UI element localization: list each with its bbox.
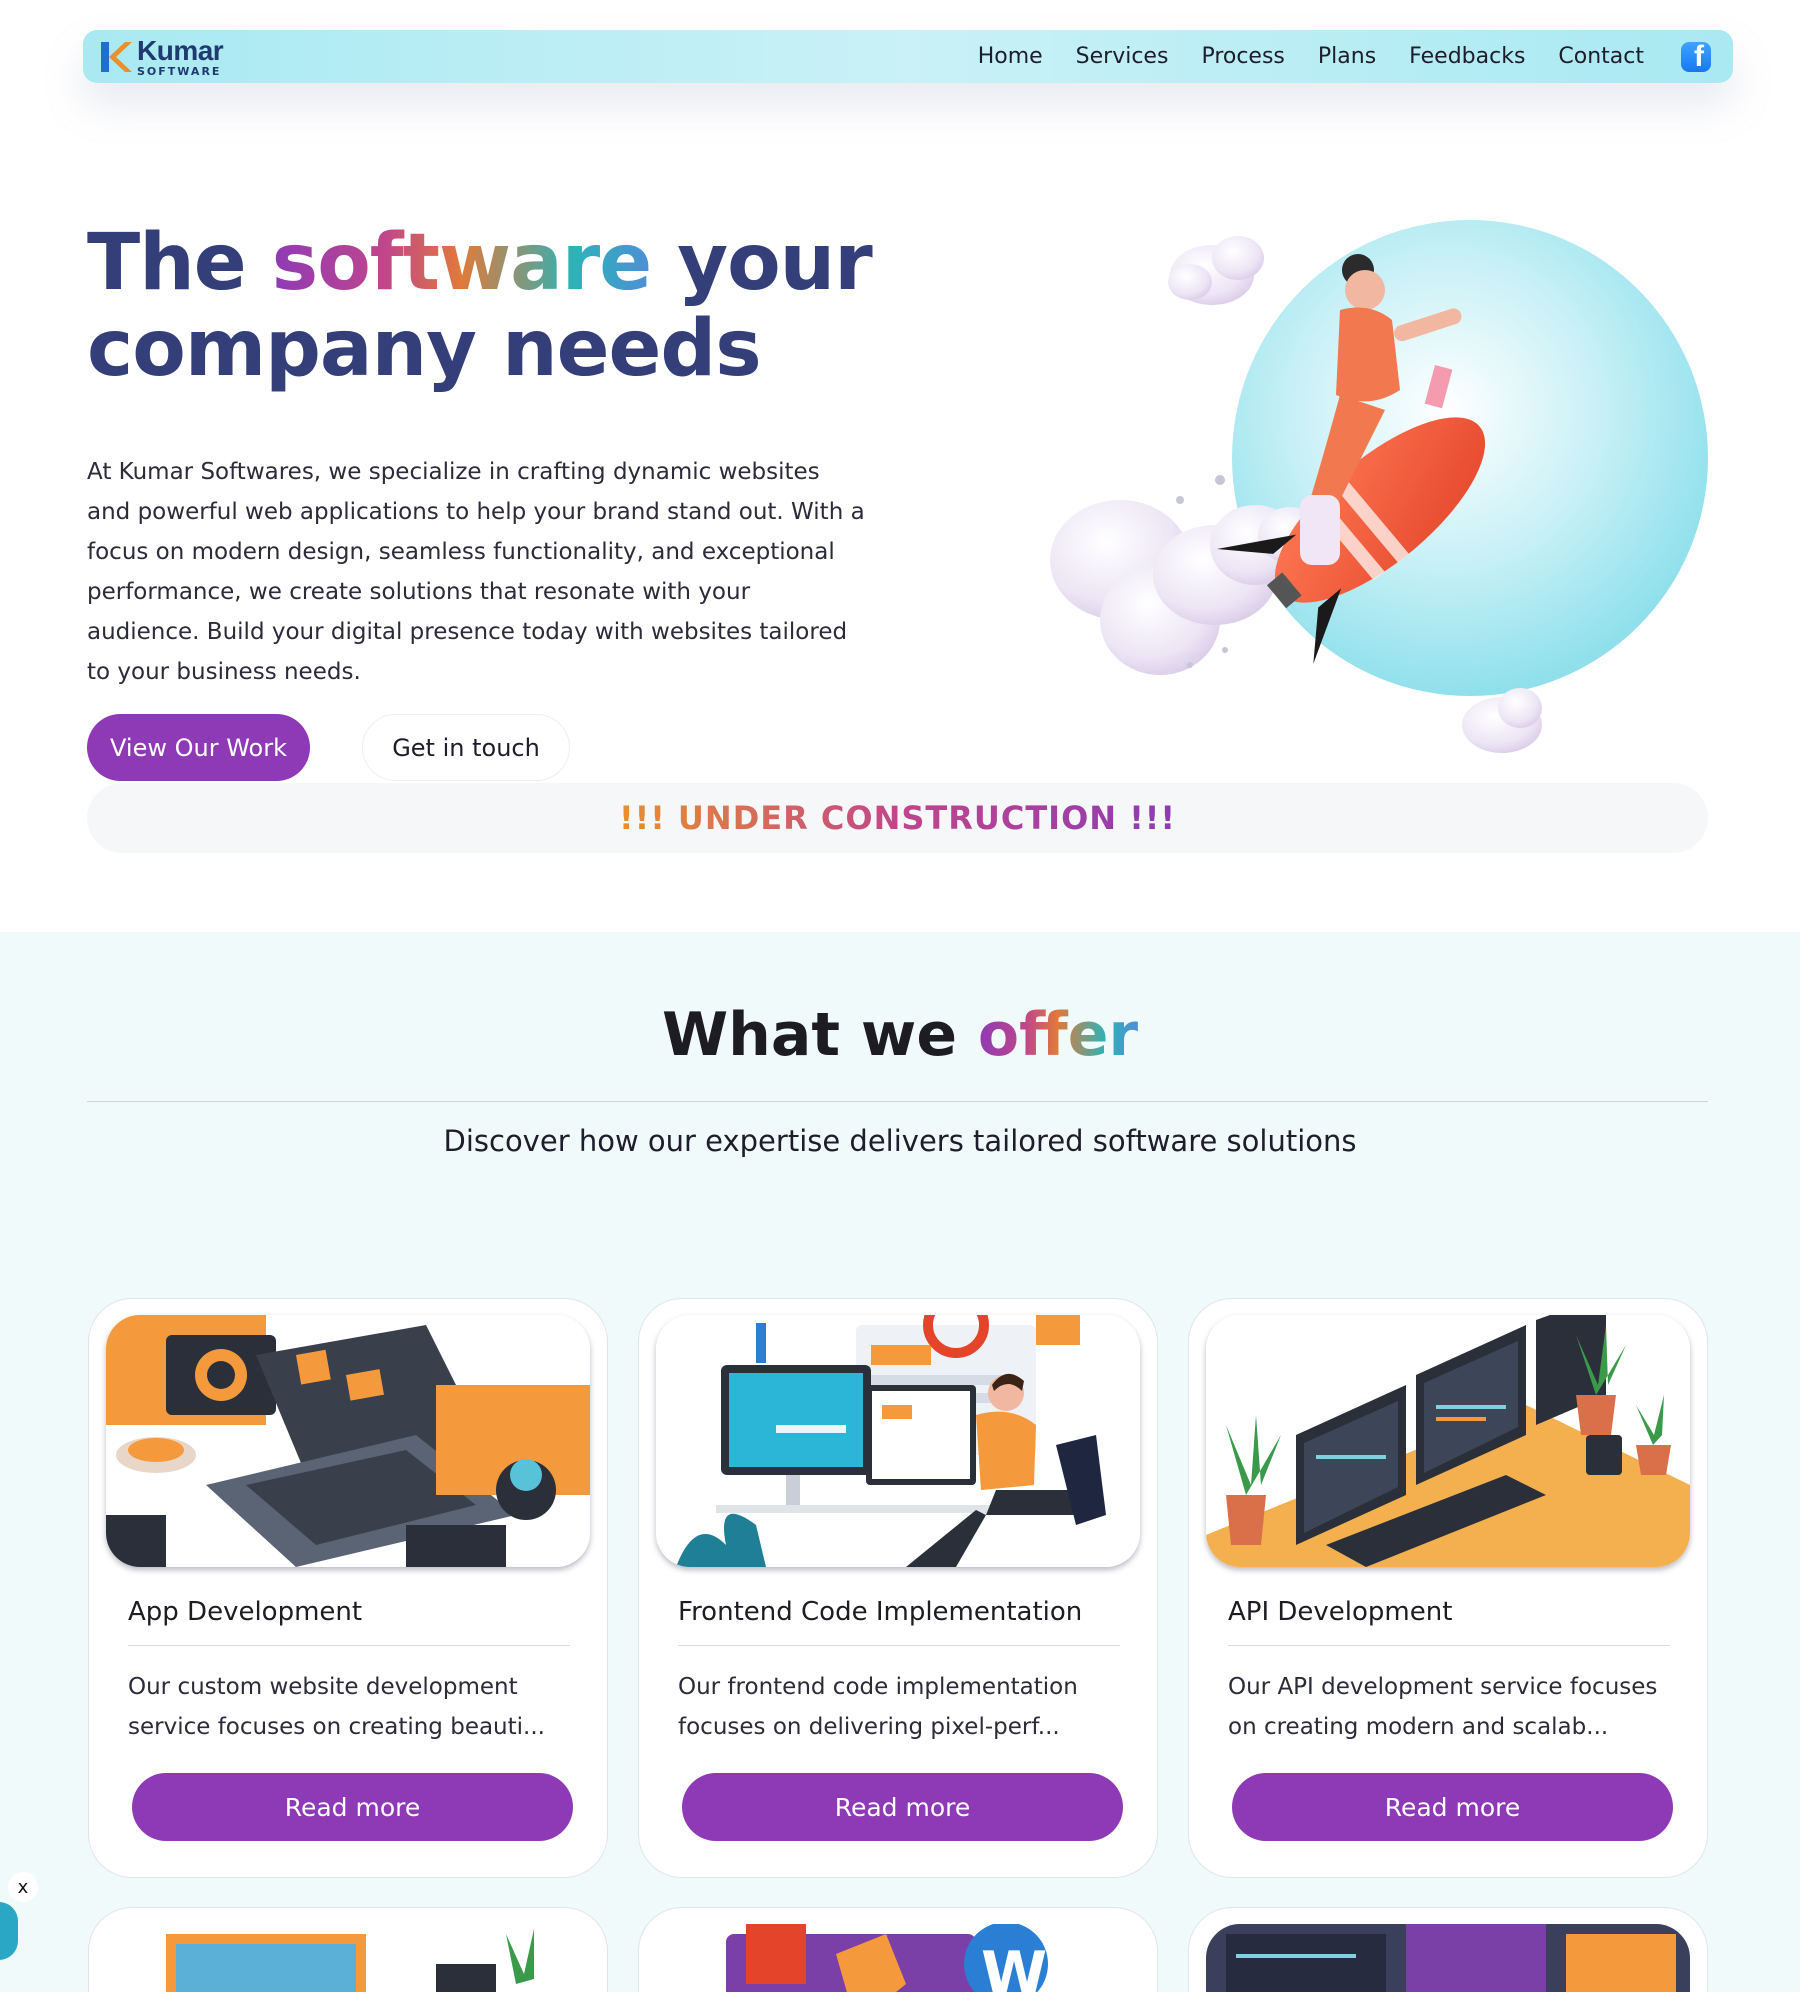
service-image [106,1924,590,1992]
card-divider [678,1645,1120,1646]
under-construction-text: !!! UNDER CONSTRUCTION !!! [619,799,1176,837]
card-title: App Development [128,1597,363,1627]
card-divider [1228,1645,1670,1646]
nav-links: Home Services Process Plans Feedbacks Co… [978,41,1711,72]
frontend-code-image [656,1315,1140,1567]
nav-link-feedbacks[interactable]: Feedbacks [1409,44,1525,69]
read-more-button[interactable]: Read more [132,1773,573,1841]
get-in-touch-button[interactable]: Get in touch [362,714,570,781]
rocket-illustration [1050,220,1708,753]
service-card-row2-2: W [638,1907,1158,1992]
nav-link-contact[interactable]: Contact [1558,44,1644,69]
logo[interactable]: Kumar SOFTWARE [99,34,224,78]
offer-title-highlight: offer [977,1000,1139,1070]
app-development-image [106,1315,590,1567]
logo-subtitle: SOFTWARE [137,64,222,78]
offer-subtitle: Discover how our expertise delivers tail… [443,1124,1357,1158]
card-description: Our custom website development service f… [128,1674,545,1740]
card-description: Our API development service focuses on c… [1228,1674,1658,1740]
hero-title: The software your company needs [87,218,873,394]
nav-link-home[interactable]: Home [978,44,1043,69]
card-divider [128,1645,570,1646]
offer-divider [87,1101,1708,1102]
under-construction-banner: !!! UNDER CONSTRUCTION !!! [87,783,1708,853]
view-our-work-button[interactable]: View Our Work [87,714,310,781]
service-image: W [656,1924,1140,1992]
offer-title: What we offer [661,1000,1139,1070]
hero-description: At Kumar Softwares, we specialize in cra… [87,459,865,685]
service-card-row2-3 [1188,1907,1708,1992]
service-card-api-development: API Development Our API development serv… [1188,1298,1708,1878]
nav-link-plans[interactable]: Plans [1318,44,1376,69]
service-card-row2-1 [88,1907,608,1992]
service-card-frontend-code: Frontend Code Implementation Our fronten… [638,1298,1158,1878]
nav-link-process[interactable]: Process [1201,44,1284,69]
logo-k-icon [99,39,133,75]
logo-name: Kumar [137,34,224,66]
service-image [1206,1924,1690,1992]
navbar: Kumar SOFTWARE Home Services Process Pla… [83,30,1733,83]
api-development-image [1206,1315,1690,1567]
service-card-app-development: App Development Our custom website devel… [88,1298,608,1878]
hero-title-highlight: software [271,218,652,308]
read-more-button[interactable]: Read more [1232,1773,1673,1841]
card-title: API Development [1228,1597,1453,1627]
card-description: Our frontend code implementation focuses… [678,1674,1078,1740]
read-more-button[interactable]: Read more [682,1773,1123,1841]
nav-link-services[interactable]: Services [1076,44,1169,69]
close-widget-button[interactable]: x [8,1872,38,1902]
card-title: Frontend Code Implementation [678,1597,1083,1627]
facebook-icon[interactable]: f [1681,41,1711,72]
svg-text:W: W [981,1939,1047,1992]
